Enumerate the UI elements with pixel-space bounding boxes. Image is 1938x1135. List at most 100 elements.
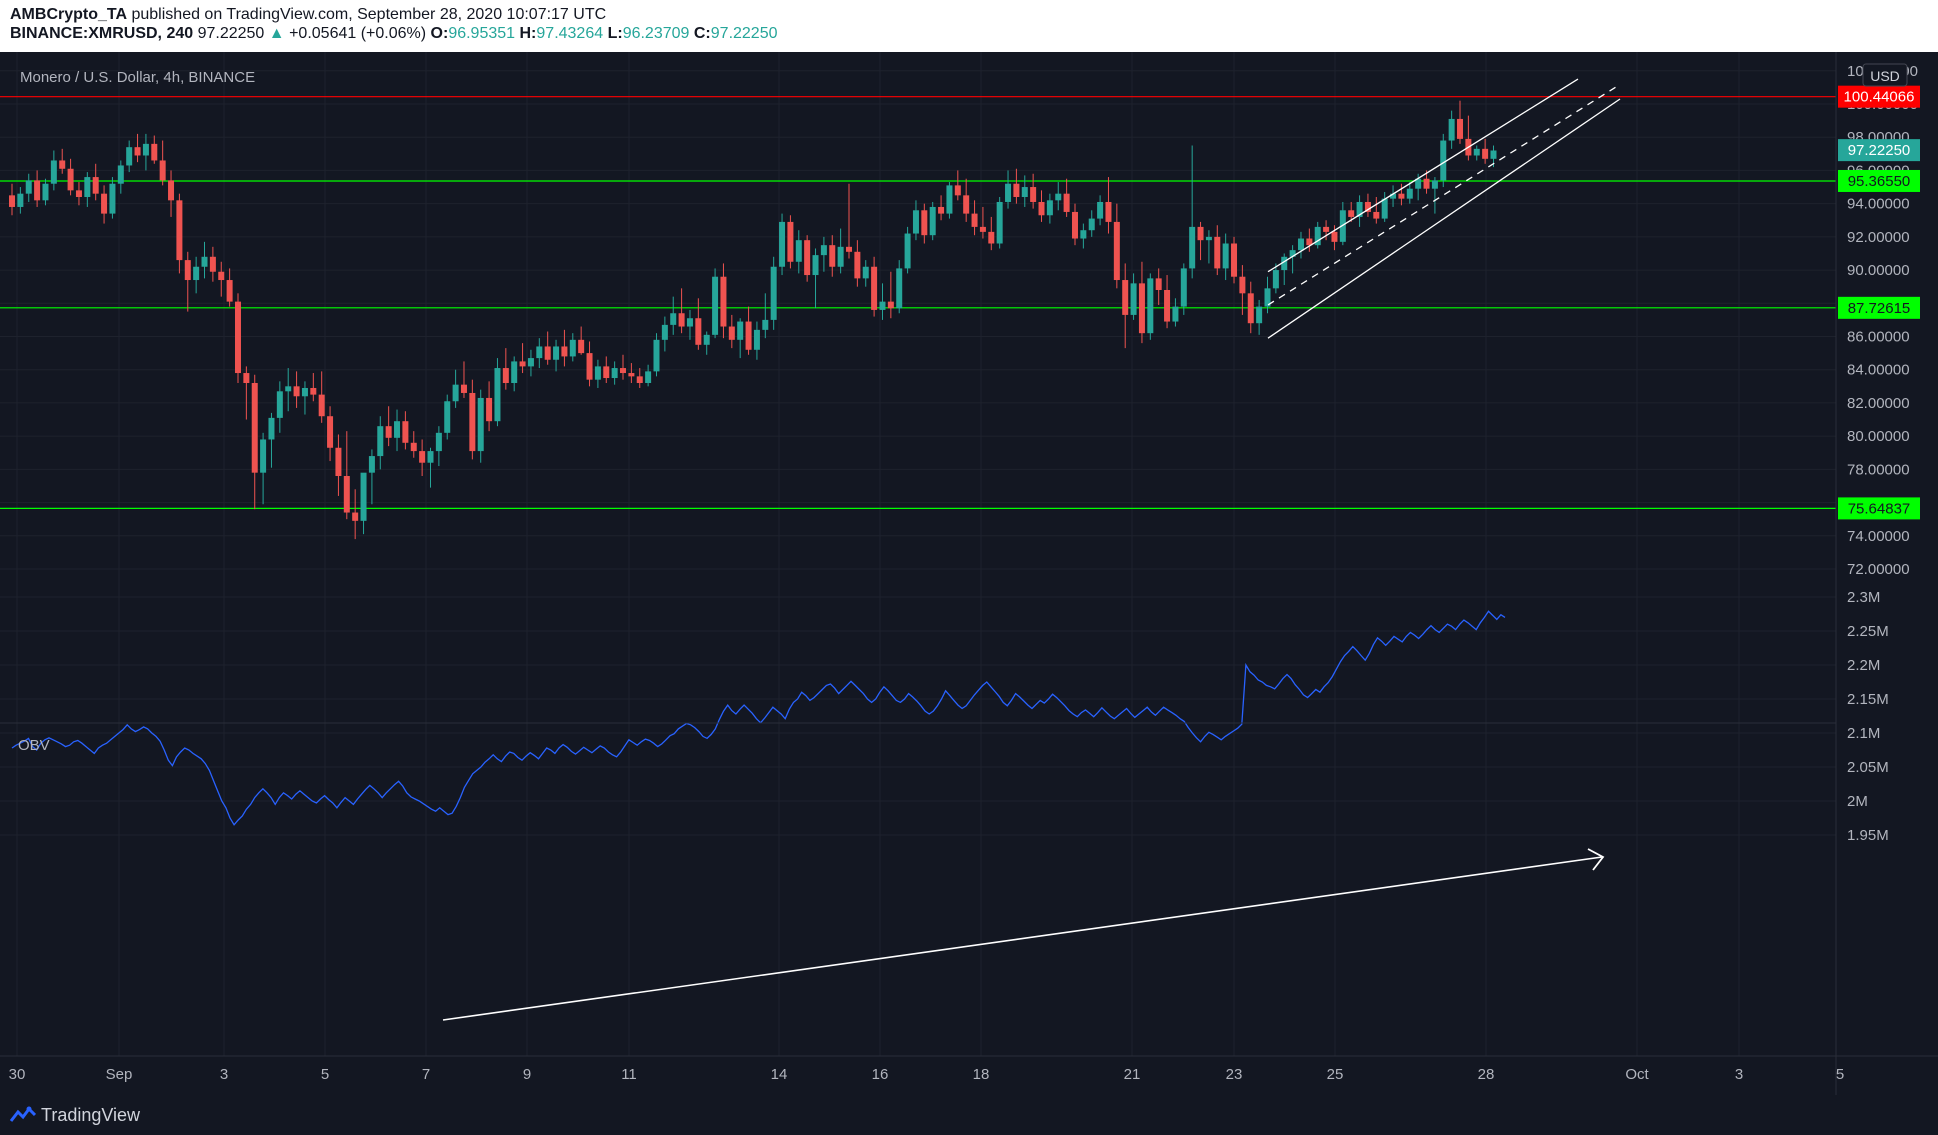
candle-body[interactable]: [75, 190, 82, 197]
candle-body[interactable]: [226, 280, 233, 302]
candle-body[interactable]: [92, 177, 99, 194]
candle-body[interactable]: [1490, 150, 1497, 159]
candle-body[interactable]: [1055, 193, 1062, 201]
candle-body[interactable]: [787, 221, 794, 262]
candle-body[interactable]: [536, 346, 543, 359]
candle-body[interactable]: [142, 143, 149, 156]
candle-body[interactable]: [779, 221, 786, 267]
candle-body[interactable]: [176, 200, 183, 261]
candle-body[interactable]: [25, 180, 32, 194]
candle-body[interactable]: [17, 193, 24, 207]
channel-lower-line[interactable]: [1267, 98, 1621, 339]
candle-body[interactable]: [1406, 188, 1413, 199]
candle-body[interactable]: [469, 392, 476, 452]
candle-body[interactable]: [670, 313, 677, 325]
candle-body[interactable]: [1214, 236, 1221, 269]
chart-canvas[interactable]: 72.0000074.0000076.0000078.0000080.00000…: [0, 52, 1938, 1095]
candle-body[interactable]: [636, 376, 643, 383]
candle-body[interactable]: [394, 421, 401, 438]
candle-body[interactable]: [1097, 201, 1104, 219]
candle-body[interactable]: [745, 321, 752, 350]
candle-body[interactable]: [887, 301, 894, 309]
candle-body[interactable]: [1205, 236, 1212, 241]
candle-body[interactable]: [109, 183, 116, 214]
candle-body[interactable]: [703, 334, 710, 345]
candle-body[interactable]: [460, 384, 467, 393]
candle-body[interactable]: [686, 318, 693, 327]
candle-body[interactable]: [1222, 243, 1229, 269]
candle-body[interactable]: [1013, 183, 1020, 197]
candle-body[interactable]: [661, 324, 668, 340]
candle-body[interactable]: [979, 226, 986, 232]
candle-body[interactable]: [435, 432, 442, 452]
candle-body[interactable]: [1164, 290, 1171, 322]
candle-body[interactable]: [117, 165, 124, 184]
obv-series[interactable]: [11, 610, 1605, 1021]
candle-body[interactable]: [1440, 140, 1447, 181]
candle-body[interactable]: [285, 386, 292, 392]
candle-body[interactable]: [921, 210, 928, 236]
candle-body[interactable]: [988, 231, 995, 244]
candle-body[interactable]: [335, 447, 342, 476]
candle-body[interactable]: [444, 401, 451, 433]
candle-body[interactable]: [1482, 148, 1489, 159]
candle-body[interactable]: [486, 397, 493, 422]
candle-body[interactable]: [586, 353, 593, 380]
candle-body[interactable]: [1113, 221, 1120, 281]
candle-body[interactable]: [1473, 148, 1480, 156]
candle-body[interactable]: [42, 183, 49, 201]
candle-body[interactable]: [234, 301, 241, 374]
candle-body[interactable]: [770, 266, 777, 320]
candle-body[interactable]: [1423, 178, 1430, 189]
footer-brand[interactable]: TradingView: [41, 1105, 140, 1126]
candle-body[interactable]: [804, 240, 811, 276]
candle-body[interactable]: [84, 177, 91, 197]
candle-body[interactable]: [628, 373, 635, 377]
candle-body[interactable]: [544, 346, 551, 360]
candle-body[interactable]: [1239, 276, 1246, 294]
candle-body[interactable]: [1038, 201, 1045, 216]
candle-body[interactable]: [494, 368, 501, 422]
candle-body[interactable]: [1457, 118, 1464, 139]
candle-body[interactable]: [327, 416, 334, 448]
candle-body[interactable]: [318, 394, 325, 417]
candle-body[interactable]: [561, 346, 568, 357]
candle-body[interactable]: [134, 147, 141, 156]
candle-body[interactable]: [9, 195, 15, 207]
candle-body[interactable]: [201, 256, 208, 267]
candle-body[interactable]: [1448, 118, 1455, 141]
candle-body[interactable]: [946, 185, 953, 214]
candle-body[interactable]: [1080, 230, 1087, 239]
candle-body[interactable]: [954, 185, 961, 196]
candle-body[interactable]: [218, 271, 225, 281]
candle-body[interactable]: [502, 368, 509, 383]
candle-body[interactable]: [837, 246, 844, 267]
candle-body[interactable]: [268, 417, 275, 440]
channel-midline[interactable]: [1267, 85, 1619, 306]
candle-body[interactable]: [1172, 306, 1179, 322]
candle-body[interactable]: [168, 180, 175, 201]
candle-body[interactable]: [1297, 238, 1304, 251]
candle-body[interactable]: [1189, 226, 1196, 269]
candle-body[interactable]: [912, 210, 919, 234]
candle-body[interactable]: [1381, 198, 1388, 219]
publisher-name[interactable]: AMBCrypto_TA: [10, 6, 127, 23]
candle-body[interactable]: [310, 387, 317, 395]
channel-upper-line[interactable]: [1267, 78, 1579, 273]
candle-body[interactable]: [1323, 226, 1330, 232]
candle-body[interactable]: [1105, 201, 1112, 222]
candle-body[interactable]: [753, 329, 760, 350]
candle-body[interactable]: [360, 472, 367, 521]
ascending-channel[interactable]: [1267, 78, 1621, 339]
candle-body[interactable]: [578, 339, 585, 354]
candle-body[interactable]: [101, 193, 108, 214]
candle-body[interactable]: [862, 266, 869, 279]
candle-body[interactable]: [1147, 278, 1154, 334]
candle-body[interactable]: [126, 147, 133, 166]
candle-body[interactable]: [385, 426, 392, 438]
candle-body[interactable]: [829, 245, 836, 267]
candle-body[interactable]: [1030, 187, 1037, 202]
candle-body[interactable]: [569, 339, 576, 357]
candle-body[interactable]: [209, 256, 216, 272]
candle-body[interactable]: [511, 361, 518, 383]
